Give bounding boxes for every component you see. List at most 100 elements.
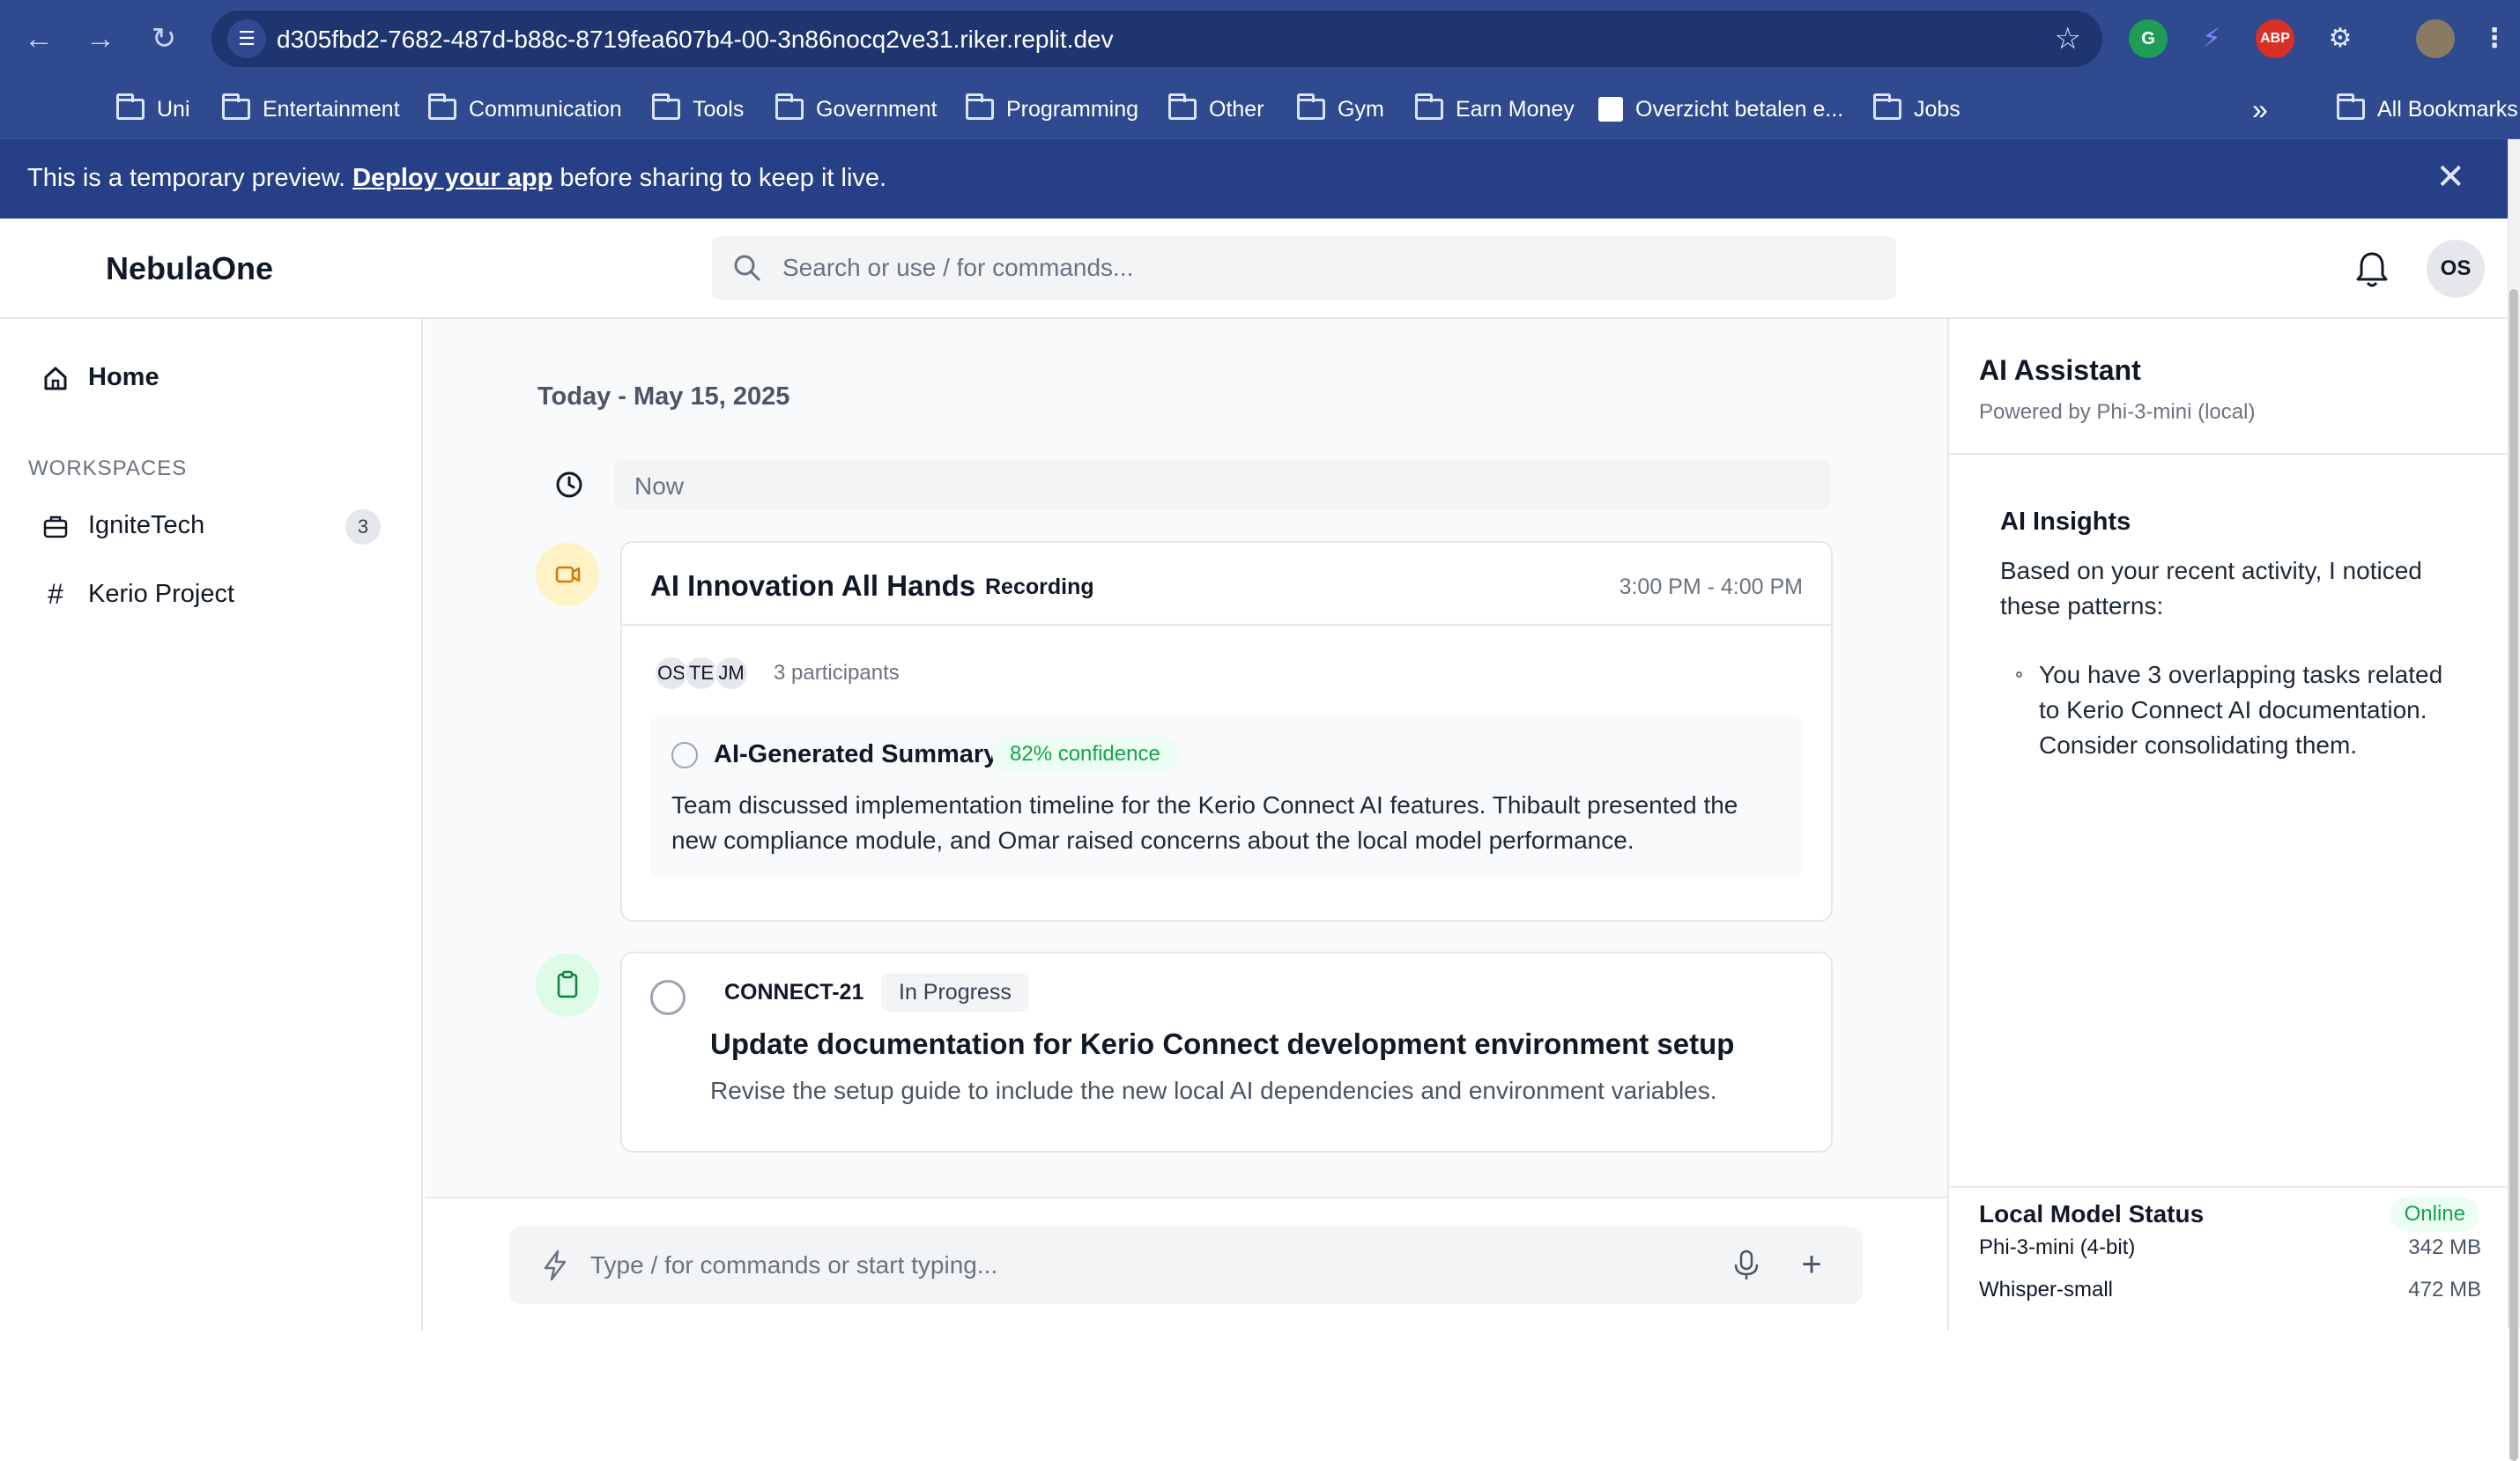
site-info-icon[interactable]: ☰ (227, 19, 266, 58)
bookmark-label: Gym (1338, 96, 1384, 122)
folder-icon (1873, 93, 1901, 120)
search-input[interactable] (782, 236, 1875, 300)
back-icon[interactable]: ← (19, 19, 58, 58)
summary-title: AI-Generated Summary (714, 740, 998, 768)
adblock-icon[interactable]: ABP (2256, 19, 2294, 58)
bookmark-label: Overzicht betalen e... (1635, 96, 1844, 122)
bullet-icon (2016, 671, 2022, 678)
meeting-header: AI Innovation All Hands Recording 3:00 P… (622, 543, 1831, 626)
clock-icon (556, 471, 582, 498)
app-logo[interactable]: NebulaOne (106, 250, 273, 287)
bookmark-other[interactable]: Other (1168, 88, 1264, 130)
ai-assistant-panel: AI Assistant Powered by Phi-3-mini (loca… (1947, 319, 2508, 1331)
folder-icon (652, 93, 680, 120)
bookmark-overzicht[interactable]: Overzicht betalen e... (1598, 88, 1843, 130)
more-bookmarks-icon[interactable]: » (2252, 88, 2268, 130)
bell-icon[interactable] (2354, 250, 2390, 289)
add-icon[interactable]: + (1792, 1242, 1831, 1287)
meeting-card[interactable]: AI Innovation All Hands Recording 3:00 P… (620, 541, 1833, 922)
composer[interactable]: + (509, 1227, 1863, 1304)
sidebar-item-ignitetech[interactable]: IgniteTech (42, 511, 204, 540)
close-icon[interactable]: ✕ (2435, 157, 2465, 197)
folder-icon (428, 93, 456, 120)
avatar[interactable]: JM (714, 656, 749, 691)
search-box[interactable] (712, 236, 1896, 300)
bookmark-communication[interactable]: Communication (428, 88, 622, 130)
confidence-badge: 82% confidence (992, 737, 1178, 772)
task-card[interactable]: CONNECT-21 In Progress Update documentat… (620, 952, 1833, 1153)
bookmark-label: Communication (469, 96, 622, 122)
insights-title: AI Insights (2000, 508, 2131, 536)
bookmark-label: Earn Money (1456, 96, 1575, 122)
bookmark-label: Government (816, 96, 938, 122)
insights-intro: Based on your recent activity, I noticed… (2000, 557, 2422, 619)
bookmark-star-icon[interactable]: ☆ (2055, 21, 2081, 56)
date-heading: Today - May 15, 2025 (537, 382, 790, 411)
search-icon (734, 255, 760, 281)
task-checkbox[interactable] (650, 980, 686, 1015)
reload-icon[interactable]: ↻ (145, 19, 183, 58)
deploy-link[interactable]: Deploy your app (352, 164, 552, 192)
participants-row: OS TE JM 3 participants (654, 656, 900, 691)
meeting-type-indicator (536, 543, 599, 606)
bookmark-programming[interactable]: Programming (966, 88, 1138, 130)
task-type-indicator (536, 953, 599, 1017)
bookmark-label: Uni (157, 96, 190, 122)
folder-icon (1297, 93, 1325, 120)
sidebar-item-label: Kerio Project (88, 580, 235, 608)
scrollbar[interactable] (2508, 139, 2520, 1461)
meeting-title[interactable]: AI Innovation All Hands (650, 569, 975, 603)
ai-summary: AI-Generated Summary 82% confidence Team… (650, 716, 1803, 878)
bookmark-uni[interactable]: Uni (116, 88, 190, 130)
command-input[interactable] (590, 1227, 1736, 1304)
hash-icon: # (48, 578, 63, 610)
profile-avatar-icon[interactable] (2416, 19, 2455, 58)
workspaces-heading: WORKSPACES (28, 456, 188, 480)
bookmark-government[interactable]: Government (775, 88, 938, 130)
banner-text-after: before sharing to keep it live. (552, 164, 887, 192)
bookmark-jobs[interactable]: Jobs (1873, 88, 1960, 130)
forward-icon[interactable]: → (81, 19, 120, 58)
folder-icon (966, 93, 994, 120)
model-name: Phi-3-mini (4-bit) (1979, 1235, 2136, 1259)
clipboard-icon (557, 970, 578, 998)
bookmark-earn-money[interactable]: Earn Money (1415, 88, 1575, 130)
video-camera-icon (555, 566, 581, 583)
bookmark-label: Entertainment (263, 96, 400, 122)
task-title[interactable]: Update documentation for Kerio Connect d… (710, 1027, 1734, 1061)
task-id[interactable]: CONNECT-21 (724, 980, 863, 1005)
bolt-extension-icon[interactable]: ⚡ (2192, 19, 2231, 58)
insight-item[interactable]: You have 3 overlapping tasks related to … (2039, 657, 2462, 763)
grammarly-icon[interactable]: G (2129, 19, 2168, 58)
user-avatar[interactable]: OS (2427, 240, 2485, 298)
sidebar-item-label: Home (88, 363, 159, 391)
summary-text: Team discussed implementation timeline f… (671, 791, 1738, 854)
assistant-title: AI Assistant (1979, 354, 2141, 386)
bookmark-label: Tools (693, 96, 745, 122)
scrollbar-thumb[interactable] (2509, 289, 2518, 1461)
model-row: Whisper-small 472 MB (1979, 1278, 2481, 1302)
status-badge: Online (2390, 1197, 2479, 1232)
menu-dots-icon[interactable]: ⋮ (2481, 19, 2508, 58)
folder-icon (222, 93, 250, 120)
browser-toolbar: ← → ↻ ☰ d305fbd2-7682-487d-b88c-8719fea6… (0, 0, 2520, 78)
app-header: NebulaOne OS (0, 219, 2508, 319)
bolt-icon (544, 1250, 567, 1281)
bookmark-tools[interactable]: Tools (652, 88, 744, 130)
all-bookmarks[interactable]: All Bookmarks (2337, 88, 2518, 130)
count-badge: 3 (345, 509, 381, 545)
task-description: Revise the setup guide to include the ne… (710, 1077, 1717, 1104)
banner-message: This is a temporary preview. Deploy your… (27, 164, 886, 193)
sidebar-item-home[interactable]: Home (42, 363, 159, 392)
bookmark-entertainment[interactable]: Entertainment (222, 88, 400, 130)
extensions-icon[interactable]: ⚙ (2321, 19, 2360, 58)
status-badge[interactable]: In Progress (881, 973, 1029, 1012)
bookmark-gym[interactable]: Gym (1297, 88, 1384, 130)
assistant-subtitle: Powered by Phi-3-mini (local) (1979, 400, 2256, 424)
microphone-icon[interactable] (1729, 1248, 1764, 1283)
banner-text-before: This is a temporary preview. (27, 164, 353, 192)
sidebar-item-kerio-project[interactable]: # Kerio Project (42, 578, 234, 611)
activity-feed: Today - May 15, 2025 Now AI Innovation A… (425, 319, 1947, 1197)
address-bar[interactable]: ☰ d305fbd2-7682-487d-b88c-8719fea607b4-0… (211, 11, 2102, 67)
url-text[interactable]: d305fbd2-7682-487d-b88c-8719fea607b4-00-… (277, 26, 1114, 54)
